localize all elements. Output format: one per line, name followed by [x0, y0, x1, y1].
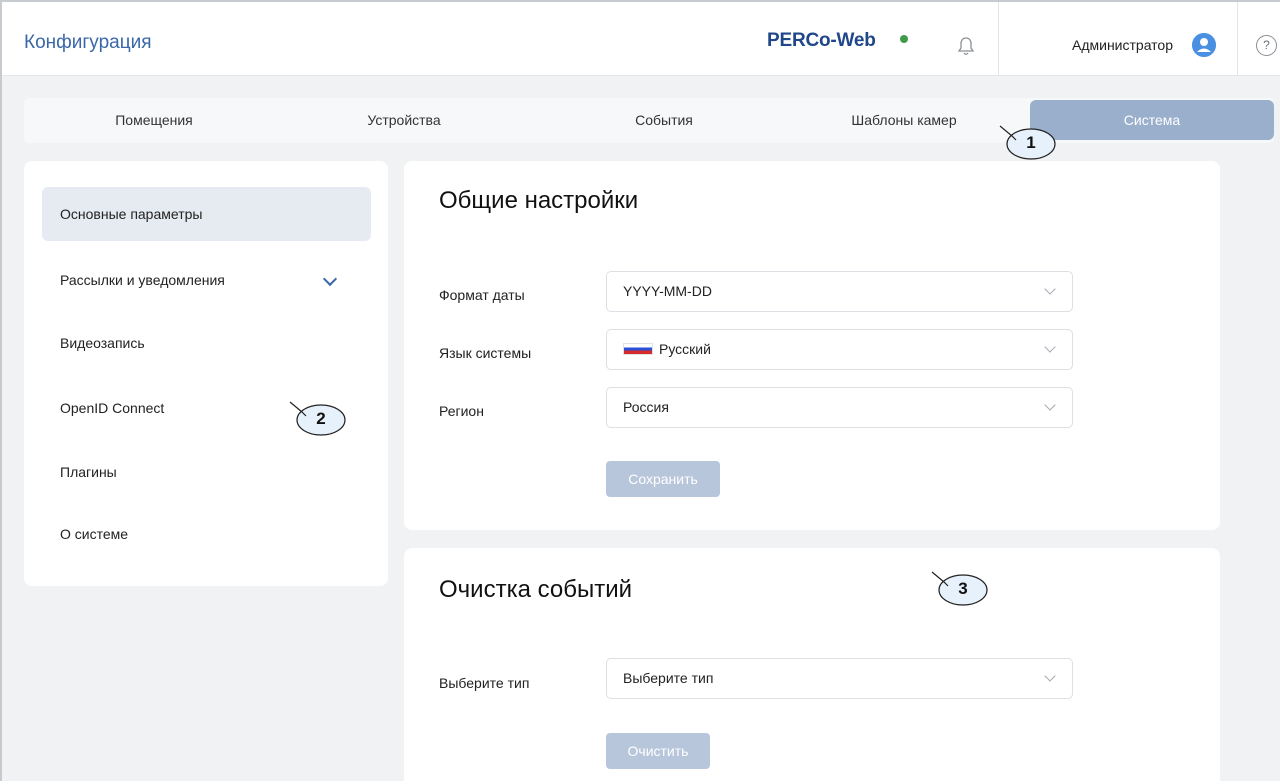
panel-title: Очистка событий [439, 576, 633, 603]
page-title: Конфигурация [24, 32, 152, 53]
sidebar-item-notifications[interactable]: Рассылки и уведомления [42, 253, 371, 307]
ru-flag-icon [623, 343, 653, 356]
sidebar-item-label: Рассылки и уведомления [60, 272, 225, 288]
chevron-down-icon [1044, 399, 1056, 411]
callout-3: 3 [928, 568, 990, 608]
bell-icon[interactable] [957, 36, 975, 56]
settings-sidebar: Основные параметры Рассылки и уведомлени… [24, 161, 388, 586]
tab-rooms[interactable]: Помещения [54, 98, 254, 143]
tab-system[interactable]: Система [1030, 100, 1274, 140]
header-divider [1237, 2, 1238, 76]
callout-number: 3 [958, 579, 968, 598]
language-select[interactable]: Русский [606, 329, 1073, 370]
app-logo: PERCo-Web [767, 30, 876, 51]
language-label: Язык системы [439, 345, 532, 361]
callout-1: 1 [996, 122, 1058, 162]
chevron-down-icon [1044, 670, 1056, 682]
event-type-value: Выберите тип [623, 670, 714, 686]
general-settings-panel: Общие настройки Формат даты YYYY-MM-DD Я… [404, 161, 1220, 530]
app-window: Конфигурация PERCo-Web Администратор ? П… [0, 0, 1280, 781]
event-type-select[interactable]: Выберите тип [606, 658, 1073, 699]
sidebar-item-main-params[interactable]: Основные параметры [42, 187, 371, 241]
user-avatar-icon[interactable] [1192, 33, 1216, 57]
help-icon[interactable]: ? [1256, 35, 1277, 56]
sidebar-item-label: Основные параметры [60, 206, 203, 222]
chevron-down-icon [1044, 341, 1056, 353]
callout-2: 2 [286, 398, 348, 438]
chevron-down-icon [1044, 283, 1056, 295]
callout-number: 1 [1026, 133, 1036, 152]
date-format-select[interactable]: YYYY-MM-DD [606, 271, 1073, 312]
save-button[interactable]: Сохранить [606, 461, 720, 497]
chevron-down-icon[interactable] [322, 271, 338, 287]
tab-events[interactable]: События [564, 98, 764, 143]
date-format-label: Формат даты [439, 287, 525, 303]
sidebar-item-video-recording[interactable]: Видеозапись [42, 316, 371, 370]
sidebar-item-label: OpenID Connect [60, 400, 165, 416]
callout-number: 2 [316, 409, 326, 428]
top-header: Конфигурация PERCo-Web Администратор ? [2, 2, 1280, 76]
region-select[interactable]: Россия [606, 387, 1073, 428]
events-cleanup-panel: Очистка событий Выберите тип Выберите ти… [404, 548, 1220, 781]
tab-camera-templates[interactable]: Шаблоны камер [804, 98, 1004, 143]
date-format-value: YYYY-MM-DD [623, 283, 712, 299]
section-tabs: Помещения Устройства События Шаблоны кам… [24, 98, 1274, 143]
region-label: Регион [439, 403, 484, 419]
status-dot-icon [900, 35, 908, 43]
event-type-label: Выберите тип [439, 675, 530, 691]
sidebar-item-about[interactable]: О системе [42, 507, 371, 561]
sidebar-item-plugins[interactable]: Плагины [42, 445, 371, 499]
panel-title: Общие настройки [439, 187, 639, 214]
user-name[interactable]: Администратор [1072, 37, 1173, 53]
sidebar-item-label: Плагины [60, 464, 117, 480]
tab-devices[interactable]: Устройства [304, 98, 504, 143]
clear-button[interactable]: Очистить [606, 733, 710, 769]
language-value: Русский [659, 341, 711, 357]
region-value: Россия [623, 399, 669, 415]
sidebar-item-label: О системе [60, 526, 129, 542]
header-divider [998, 2, 999, 76]
sidebar-item-label: Видеозапись [60, 335, 145, 351]
